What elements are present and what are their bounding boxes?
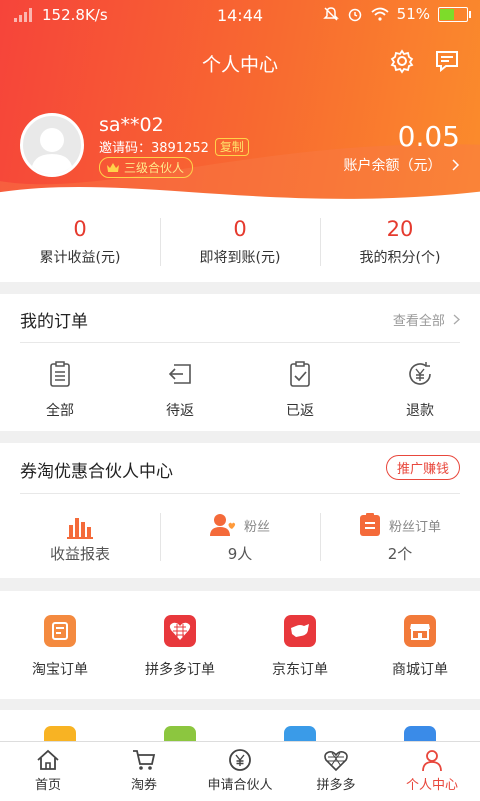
account-balance[interactable]: 0.05 xyxy=(398,120,460,153)
chevron-right-icon xyxy=(452,159,460,171)
jd-orders[interactable]: 京东订单 xyxy=(240,615,360,679)
my-orders-card: 我的订单 查看全部 全部 待返 已返 退款 xyxy=(0,294,480,431)
crown-icon xyxy=(107,163,119,172)
yen-circle-icon xyxy=(229,749,251,771)
order-label: 退款 xyxy=(406,403,434,419)
bottom-tab-bar: 首页 淘券 申请合伙人 拼多多 个人中心 xyxy=(0,741,480,801)
jd-dog-icon xyxy=(291,624,309,637)
tab-label: 首页 xyxy=(34,778,61,793)
pinduoduo-orders[interactable]: 拼多多订单 xyxy=(120,615,240,679)
orders-title: 我的订单 xyxy=(20,312,88,332)
pinduoduo-order-icon xyxy=(164,615,196,647)
bar-chart-icon xyxy=(67,518,93,539)
tab-label: 淘券 xyxy=(130,778,157,793)
wifi-icon xyxy=(371,7,389,21)
stat-points[interactable]: 20 我的积分(个) xyxy=(320,205,480,282)
invite-code: 邀请码：3891252 复制 xyxy=(99,137,249,156)
stat-total-earnings[interactable]: 0 累计收益(元) xyxy=(0,205,160,282)
mall-order-icon xyxy=(404,615,436,647)
taobao-order-icon xyxy=(44,615,76,647)
stat-label: 即将到账(元) xyxy=(199,250,281,266)
tab-label: 个人中心 xyxy=(405,778,458,793)
clipboard-list-icon xyxy=(50,361,70,387)
order-returned[interactable]: 已返 xyxy=(240,360,360,420)
person-icon xyxy=(422,750,442,772)
taobao-orders[interactable]: 淘宝订单 xyxy=(0,615,120,679)
promote-earn-button[interactable]: 推广赚钱 xyxy=(385,455,460,480)
alarm-icon xyxy=(348,8,361,22)
tool-label: 拼多多订单 xyxy=(145,662,215,678)
heart-grid-icon xyxy=(169,622,191,640)
order-label: 待返 xyxy=(166,403,194,419)
fan-orders-icon xyxy=(359,513,380,536)
tab-label: 拼多多 xyxy=(316,778,356,793)
message-icon[interactable] xyxy=(434,48,460,74)
default-avatar-icon xyxy=(31,128,73,174)
stat-label: 我的积分(个) xyxy=(359,250,441,266)
pinduoduo-icon xyxy=(324,751,348,772)
fans[interactable]: 粉丝 9人 xyxy=(160,513,320,563)
partner-center-card: 券淘优惠合伙人中心 推广赚钱 收益报表 粉丝 9人 粉丝订单 2个 xyxy=(0,443,480,578)
cart-icon xyxy=(133,750,156,770)
storefront-icon xyxy=(410,624,430,640)
stat-pending[interactable]: 0 即将到账(元) xyxy=(160,205,320,282)
return-icon xyxy=(168,364,191,384)
mall-orders[interactable]: 商城订单 xyxy=(360,615,480,679)
view-all-label: 查看全部 xyxy=(392,314,445,329)
level-label: 三级合伙人 xyxy=(124,161,185,175)
stat-label: 累计收益(元) xyxy=(39,250,121,266)
fans-count: 9人 xyxy=(227,545,253,563)
home-icon xyxy=(37,749,59,770)
tab-label: 申请合伙人 xyxy=(207,778,273,793)
username: sa**02 xyxy=(99,114,164,136)
tab-profile[interactable]: 个人中心 xyxy=(384,742,480,801)
fan-orders-count: 2个 xyxy=(387,545,413,563)
fans-label: 粉丝 xyxy=(243,519,270,535)
avatar[interactable] xyxy=(20,113,84,177)
battery-percent: 51% xyxy=(396,5,430,23)
jd-order-icon xyxy=(284,615,316,647)
stats-bar: 0 累计收益(元) 0 即将到账(元) 20 我的积分(个) xyxy=(0,205,480,282)
copy-button[interactable]: 复制 xyxy=(214,137,249,156)
view-all-link[interactable]: 查看全部 xyxy=(393,310,460,329)
invite-code-text: 邀请码：3891252 xyxy=(99,141,209,156)
chevron-right-icon xyxy=(453,314,460,325)
order-label: 已返 xyxy=(286,403,314,419)
tab-apply-partner[interactable]: 申请合伙人 xyxy=(192,742,288,801)
level-badge: 三级合伙人 xyxy=(99,157,194,178)
stat-value: 20 xyxy=(386,217,414,241)
order-refund[interactable]: 退款 xyxy=(360,360,480,420)
order-pending[interactable]: 待返 xyxy=(120,360,240,420)
balance-label[interactable]: 账户余额（元） xyxy=(344,155,460,175)
fan-orders[interactable]: 粉丝订单 2个 xyxy=(320,513,480,563)
earnings-report-label: 收益报表 xyxy=(49,545,110,563)
partner-title: 券淘优惠合伙人中心 xyxy=(20,462,173,482)
document-glyph-icon xyxy=(52,622,68,640)
order-all[interactable]: 全部 xyxy=(0,360,120,420)
earnings-report[interactable]: 收益报表 xyxy=(0,513,160,563)
settings-gear-icon[interactable] xyxy=(389,48,415,74)
fans-icon xyxy=(209,514,236,536)
tool-label: 商城订单 xyxy=(392,662,448,678)
tab-pinduoduo[interactable]: 拼多多 xyxy=(288,742,384,801)
mute-bell-icon xyxy=(322,7,339,21)
yen-refund-icon xyxy=(409,362,431,385)
stat-value: 0 xyxy=(233,217,247,241)
order-tools-grid: 淘宝订单 拼多多订单 京东订单 商城订单 xyxy=(0,591,480,699)
tab-home[interactable]: 首页 xyxy=(0,742,96,801)
order-label: 全部 xyxy=(46,403,74,419)
balance-label-text: 账户余额（元） xyxy=(343,158,442,174)
tool-label: 淘宝订单 xyxy=(32,662,88,678)
battery-icon xyxy=(438,6,471,22)
status-bar: 152.8K/s 14:44 51% xyxy=(0,0,480,30)
tool-label: 京东订单 xyxy=(272,662,328,678)
stat-value: 0 xyxy=(73,217,87,241)
clipboard-check-icon xyxy=(290,361,310,387)
fan-orders-label: 粉丝订单 xyxy=(388,519,441,535)
tab-coupons[interactable]: 淘券 xyxy=(96,742,192,801)
